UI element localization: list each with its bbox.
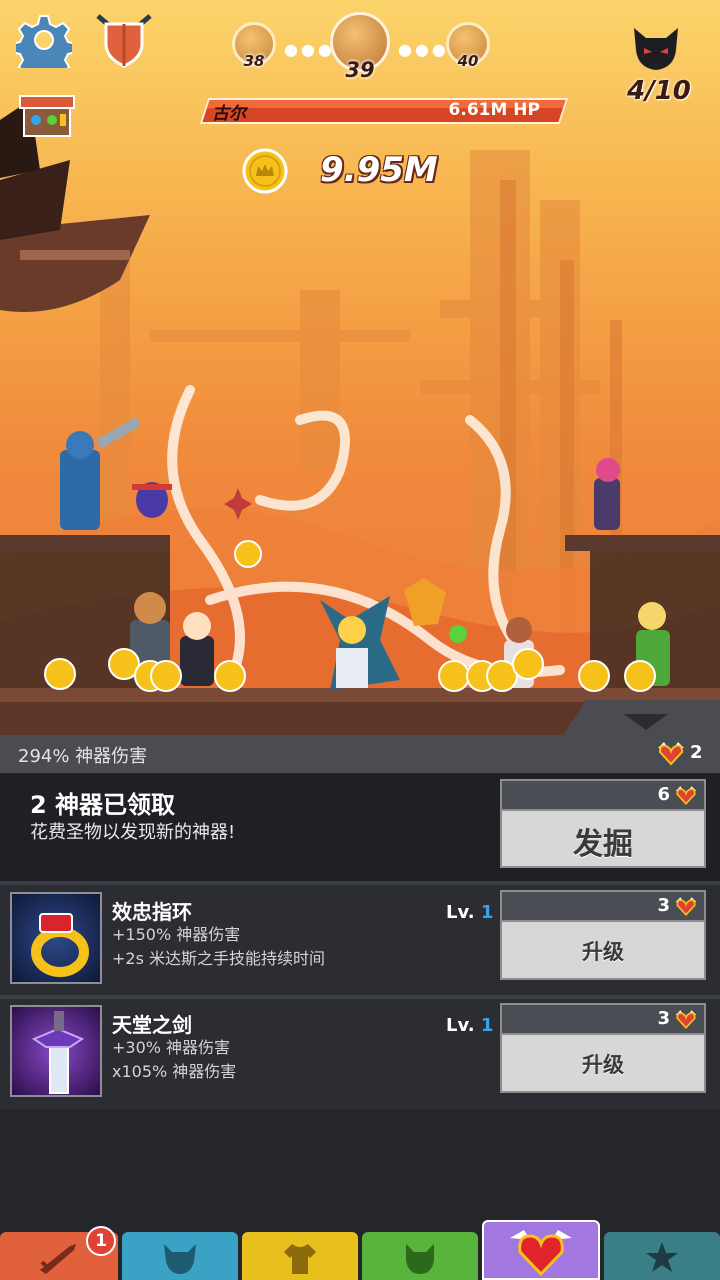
tab-artifacts[interactable] bbox=[482, 1220, 600, 1280]
artifact-effect: +2s 米达斯之手技能持续时间 bbox=[112, 949, 326, 968]
notification-badge: 1 bbox=[86, 1226, 116, 1256]
sword-icon bbox=[40, 1244, 76, 1274]
upgrade-cost: 3 bbox=[657, 1008, 670, 1029]
upgrade-cost-bar: 3 bbox=[502, 892, 704, 922]
discover-button-label: 发掘 bbox=[573, 827, 633, 862]
level-number: 1 bbox=[480, 1015, 494, 1036]
level-label: Lv. bbox=[446, 902, 475, 923]
tab-equipment[interactable] bbox=[242, 1232, 358, 1280]
upgrade-button-label: 升级 bbox=[582, 1053, 624, 1077]
artifact-effect: +30% 神器伤害 bbox=[112, 1038, 231, 1057]
artifact-effect: x105% 神器伤害 bbox=[112, 1062, 237, 1081]
relic-icon bbox=[675, 1010, 697, 1029]
artifact-level: Lv. 1 bbox=[446, 902, 493, 923]
stage-next-number: 40 bbox=[457, 52, 479, 70]
winged-heart-icon bbox=[510, 1230, 572, 1276]
stage-prev-number: 38 bbox=[243, 52, 265, 70]
artifact-level: Lv. 1 bbox=[446, 1015, 493, 1036]
boss-hp-value: 6.61M HP bbox=[448, 100, 540, 120]
artifact-damage-label: 294% 神器伤害 bbox=[18, 746, 148, 767]
boss-counter: 4/10 bbox=[627, 76, 691, 106]
shirt-icon bbox=[284, 1244, 316, 1274]
stage-current-number: 39 bbox=[345, 58, 375, 82]
gear-icon[interactable] bbox=[16, 12, 72, 68]
hero-archer bbox=[594, 458, 620, 530]
pet-icon bbox=[406, 1244, 434, 1274]
boss-name: 古尔 bbox=[212, 104, 246, 124]
sword-icon bbox=[10, 1005, 102, 1097]
discover-cost-bar: 6 bbox=[502, 781, 704, 811]
game-scene[interactable]: 4/10 ●●● ●●● 38 39 40 古尔 6.61M HP 9.95M bbox=[0, 0, 720, 735]
gold-coin-icon bbox=[242, 148, 288, 194]
tab-pets[interactable] bbox=[362, 1232, 478, 1280]
stage-dots-right: ●●● bbox=[398, 40, 449, 59]
gold-amount: 9.95M bbox=[320, 150, 438, 190]
discover-subtitle: 花费圣物以发现新的神器! bbox=[30, 822, 236, 843]
boss-demon-icon[interactable] bbox=[630, 24, 682, 72]
ring-icon bbox=[10, 892, 102, 984]
clan-shield-icon[interactable] bbox=[94, 10, 154, 68]
upgrade-cost: 3 bbox=[657, 895, 670, 916]
relic-icon bbox=[675, 786, 697, 805]
discover-cost: 6 bbox=[657, 784, 670, 805]
helmet-icon bbox=[164, 1244, 196, 1274]
upgrade-button[interactable]: 3 升级 bbox=[500, 1003, 706, 1093]
discover-title: 2 神器已领取 bbox=[30, 791, 176, 819]
upgrade-button[interactable]: 3 升级 bbox=[500, 890, 706, 980]
artifact-effect: +150% 神器伤害 bbox=[112, 925, 241, 944]
shop-stall-icon[interactable] bbox=[18, 92, 76, 140]
discover-button[interactable]: 6 发掘 bbox=[500, 779, 706, 868]
level-label: Lv. bbox=[446, 1015, 475, 1036]
green-orb bbox=[449, 625, 467, 643]
tab-heroes[interactable] bbox=[122, 1232, 238, 1280]
upgrade-cost-bar: 3 bbox=[502, 1005, 704, 1035]
hero-fighter bbox=[180, 612, 214, 686]
stage-dots-left: ●●● bbox=[284, 40, 335, 59]
upgrade-button-label: 升级 bbox=[582, 940, 624, 964]
relic-icon bbox=[675, 897, 697, 916]
tab-shop[interactable] bbox=[604, 1232, 720, 1280]
relic-count: 2 bbox=[690, 742, 703, 763]
level-number: 1 bbox=[480, 902, 494, 923]
panel-collapse-tab[interactable] bbox=[560, 700, 720, 740]
relic-icon bbox=[658, 742, 684, 766]
star-icon bbox=[646, 1242, 678, 1272]
